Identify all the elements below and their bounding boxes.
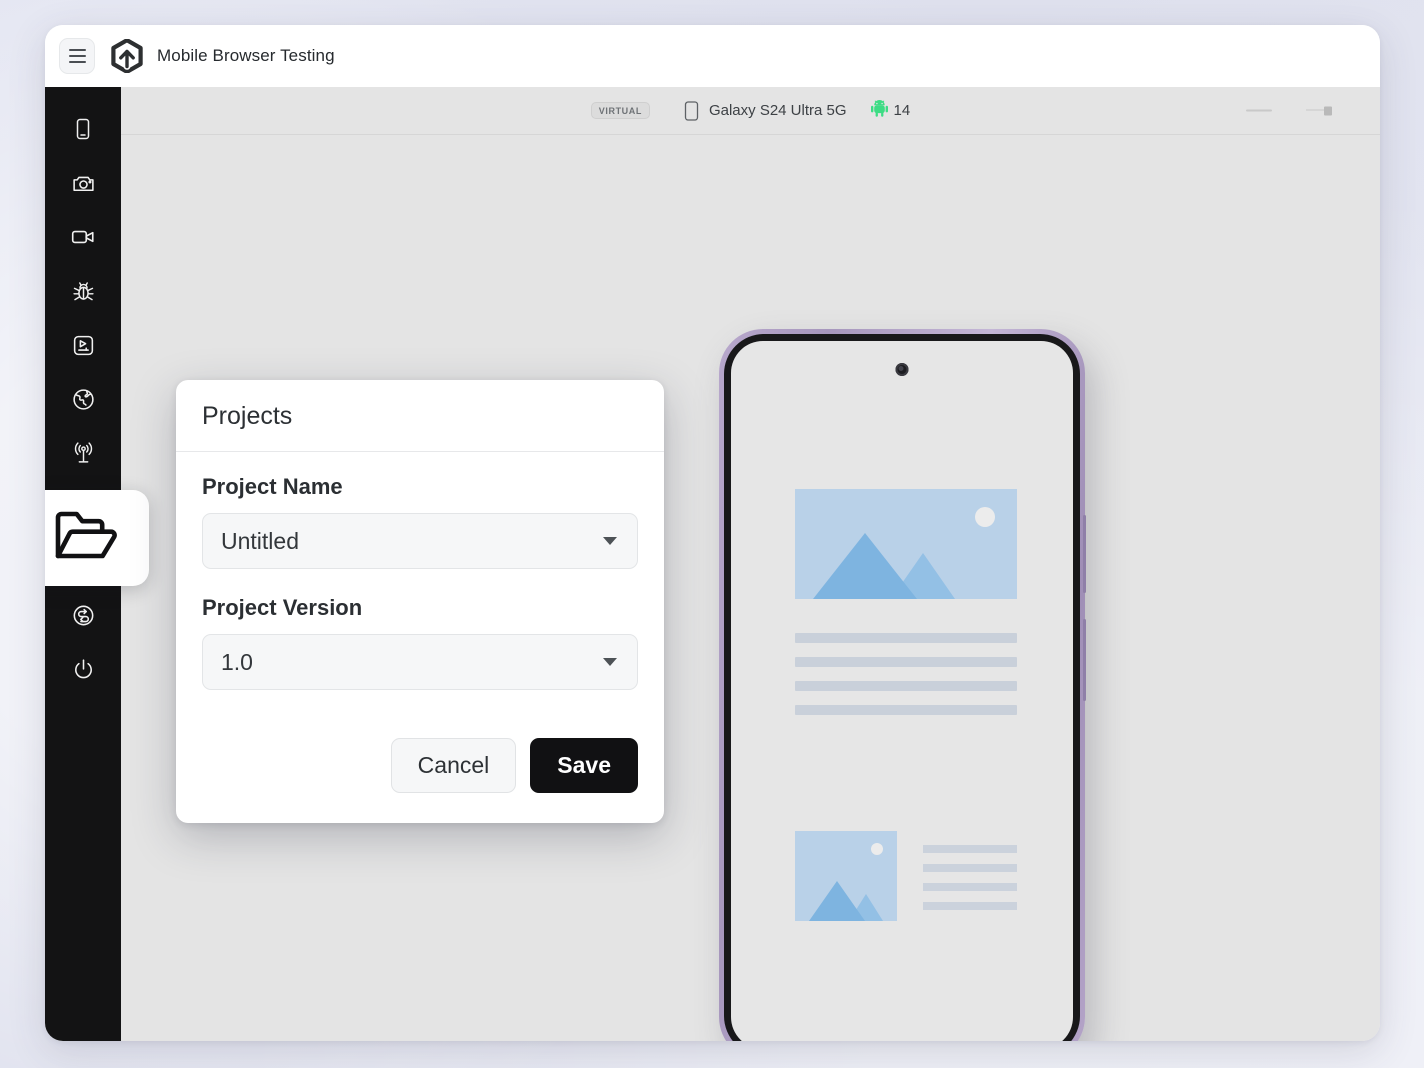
sidebar-item-screenshot[interactable] [57,157,109,209]
sun-shape [975,507,995,527]
card-placeholder-thumbnail [795,831,897,921]
project-name-value: Untitled [221,527,299,554]
rotate-sync-icon [71,603,96,628]
open-folder-icon [53,507,117,570]
projects-dialog: Projects Project Name Untitled Project V… [176,380,664,823]
window-controls [1246,106,1332,115]
hero-placeholder-image [795,489,1017,599]
project-name-select[interactable]: Untitled [202,513,638,569]
phone-outline-icon [684,100,699,121]
project-version-select[interactable]: 1.0 [202,634,638,690]
dialog-header: Projects [176,380,664,452]
skeleton-line [923,902,1017,910]
sidebar-item-playback[interactable] [57,319,109,371]
android-robot-icon [870,99,888,122]
globe-icon [71,387,96,412]
skeleton-line [795,633,1017,643]
sidebar-item-device[interactable] [57,103,109,155]
minimize-icon[interactable] [1246,109,1272,112]
hamburger-menu-icon[interactable] [59,38,95,74]
dialog-title: Projects [202,402,293,430]
sidebar-item-network[interactable] [57,373,109,425]
volume-button[interactable] [1083,515,1086,593]
project-version-label: Project Version [202,595,363,620]
video-camera-icon [70,224,96,250]
chevron-down-icon [603,658,617,666]
skeleton-line [923,883,1017,891]
save-button[interactable]: Save [530,738,638,793]
phone-screen[interactable] [731,341,1073,1041]
dialog-actions: Cancel Save [176,732,664,823]
chevron-down-icon [603,537,617,545]
os-version: 14 [893,102,911,119]
app-title: Mobile Browser Testing [157,46,335,65]
device-name: Galaxy S24 Ultra 5G [708,102,847,119]
sun-shape [871,843,883,855]
project-version-value: 1.0 [221,648,253,675]
media-play-panel-icon [71,333,96,358]
virtual-badge: VIRTUAL [590,102,650,119]
active-tool-callout-files[interactable] [45,490,149,586]
project-name-label: Project Name [202,474,343,499]
phone-icon [71,117,95,141]
android-os-group: 14 [870,99,911,122]
sidebar-item-signal[interactable] [57,427,109,479]
card-skeleton-text [923,845,1017,921]
mountain-big-shape [809,881,865,921]
skeleton-text-block [795,633,1017,729]
skeleton-line [923,864,1017,872]
cancel-button[interactable]: Cancel [390,738,517,793]
hexagon-arrow-logo-icon [111,39,143,73]
skeleton-line [795,705,1017,715]
bug-icon [71,279,96,304]
phone-mockup [719,329,1086,1041]
sidebar-item-debug[interactable] [57,265,109,317]
device-info-bar: VIRTUAL Galaxy S24 Ultra 5G 14 [121,87,1380,135]
sidebar [45,87,149,1041]
sidebar-item-rotate[interactable] [57,589,109,641]
camera-icon [71,171,96,196]
front-camera-dot-icon [895,363,909,376]
dialog-body: Project Name Untitled Project Version 1.… [176,452,664,732]
power-button[interactable] [1083,619,1086,701]
skeleton-line [923,845,1017,853]
mountain-big-shape [813,533,917,599]
resize-icon[interactable] [1306,106,1332,115]
skeleton-line [795,657,1017,667]
antenna-icon [71,441,96,466]
power-icon [71,657,96,682]
sidebar-item-power[interactable] [57,643,109,695]
skeleton-line [795,681,1017,691]
top-bar: Mobile Browser Testing [45,25,1380,87]
sidebar-item-record[interactable] [57,211,109,263]
content-card [795,831,1017,921]
